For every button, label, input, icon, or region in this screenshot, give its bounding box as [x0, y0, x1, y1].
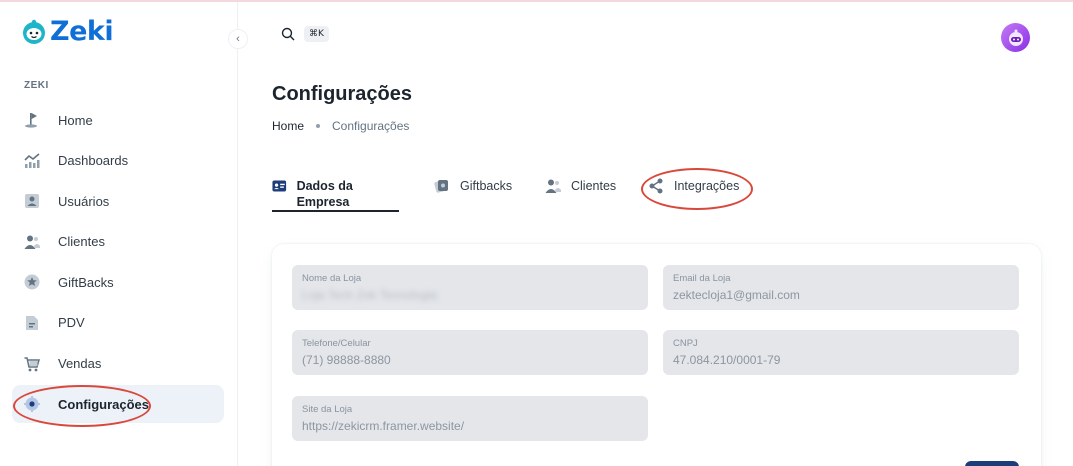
sidebar-section-label: ZEKI — [24, 80, 49, 91]
field-label: Telefone/Celular — [302, 338, 371, 349]
tab-clientes[interactable]: Clientes — [545, 178, 625, 212]
sidebar-item-dashboards[interactable]: Dashboards — [12, 142, 224, 180]
gift-card-icon — [434, 180, 448, 193]
field-label: Email da Loja — [673, 273, 731, 284]
star-icon — [24, 274, 40, 290]
tab-label: Integrações — [674, 179, 740, 193]
tab-label: Dados da Empresa — [296, 179, 353, 209]
golf-flag-icon — [24, 112, 40, 128]
sidebar-item-clientes[interactable]: Clientes — [12, 223, 224, 261]
tab-dados-da-empresa[interactable]: Dados da Empresa — [272, 178, 399, 212]
store-name-field[interactable]: Nome da Loja Loja Tech Zek Tecnologia — [292, 265, 648, 310]
id-card-icon — [272, 180, 287, 192]
sidebar-collapse-button[interactable]: ‹ — [228, 29, 248, 49]
sidebar-item-label: Vendas — [58, 356, 102, 372]
store-name-value: Loja Tech Zek Tecnologia — [302, 288, 437, 302]
tab-integracoes[interactable]: Integrações — [648, 178, 748, 212]
site-value: https://zekicrm.framer.website/ — [302, 419, 465, 433]
phone-field[interactable]: Telefone/Celular (71) 98888-8880 — [292, 330, 648, 375]
breadcrumb: Home Configurações — [272, 119, 409, 133]
cnpj-value: 47.084.210/0001-79 — [673, 353, 781, 367]
zeki-mascot-icon — [23, 19, 45, 44]
sidebar-nav: Home Dashboards Usuários Clientes GiftBa… — [12, 101, 224, 426]
tab-giftbacks[interactable]: Giftbacks — [434, 178, 524, 212]
document-icon — [24, 315, 40, 331]
sidebar-item-label: Clientes — [58, 234, 105, 250]
sidebar-item-label: Configurações — [58, 396, 150, 412]
sidebar-item-label: Dashboards — [58, 153, 129, 169]
breadcrumb-current: Configurações — [332, 119, 410, 133]
phone-value: (71) 98888-8880 — [302, 353, 391, 367]
sidebar-item-configuracoes[interactable]: Configurações — [12, 385, 224, 424]
sidebar: Zeki ZEKI Home Dashboards Usuários Clien… — [0, 2, 238, 466]
sidebar-item-vendas[interactable]: Vendas — [12, 345, 224, 383]
sidebar-item-pdv[interactable]: PDV — [12, 304, 224, 342]
cart-icon — [24, 356, 40, 372]
store-email-value: zektecloja1@gmail.com — [673, 288, 800, 302]
breadcrumb-home-link[interactable]: Home — [272, 119, 304, 133]
share-icon — [649, 178, 663, 194]
field-label: Site da Loja — [302, 404, 353, 415]
tab-label: Clientes — [571, 179, 617, 193]
logo-text: Zeki — [50, 16, 114, 47]
site-field[interactable]: Site da Loja https://zekicrm.framer.webs… — [292, 396, 648, 441]
store-email-field[interactable]: Email da Loja zektecloja1@gmail.com — [663, 265, 1019, 310]
chevron-left-icon: ‹ — [236, 33, 240, 45]
search-icon — [281, 27, 295, 41]
breadcrumb-separator — [316, 124, 321, 128]
sidebar-item-label: Usuários — [58, 193, 110, 209]
sidebar-item-label: GiftBacks — [58, 274, 114, 290]
search-shortcut-badge: ⌘K — [304, 26, 329, 42]
users-icon — [24, 234, 40, 250]
save-button[interactable] — [965, 461, 1019, 466]
tab-label: Giftbacks — [460, 179, 513, 193]
users-icon — [545, 179, 561, 193]
user-card-icon — [24, 193, 40, 209]
app-logo[interactable]: Zeki — [20, 16, 114, 47]
search-button[interactable]: ⌘K — [281, 26, 329, 42]
chart-icon — [24, 152, 40, 169]
sidebar-item-giftbacks[interactable]: GiftBacks — [12, 263, 224, 301]
sidebar-item-label: Home — [58, 112, 93, 128]
field-label: Nome da Loja — [302, 273, 362, 284]
sidebar-item-usuarios[interactable]: Usuários — [12, 182, 224, 220]
avatar-mascot-icon — [1008, 29, 1023, 46]
page-title: Configurações — [272, 83, 413, 105]
cnpj-field[interactable]: CNPJ 47.084.210/0001-79 — [663, 330, 1019, 375]
sidebar-item-label: PDV — [58, 315, 85, 331]
sidebar-item-home[interactable]: Home — [12, 101, 224, 139]
avatar[interactable] — [1001, 23, 1030, 52]
gear-icon — [24, 396, 40, 413]
field-label: CNPJ — [673, 338, 698, 349]
